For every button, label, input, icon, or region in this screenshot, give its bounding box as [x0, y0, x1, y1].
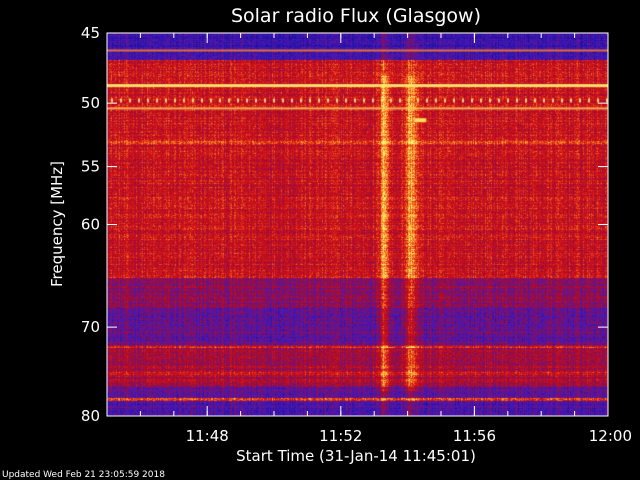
x-axis-label: Start Time (31-Jan-14 11:45:01)	[236, 447, 476, 465]
updated-timestamp: Updated Wed Feb 21 23:05:59 2018	[2, 470, 165, 480]
y-tick-label: 70	[81, 318, 100, 336]
y-tick-label: 60	[81, 216, 100, 234]
y-tick-label: 80	[81, 407, 100, 425]
spectrogram-raster	[107, 33, 608, 416]
x-tick-label: 11:48	[186, 427, 229, 445]
x-tick-label: 11:56	[453, 427, 496, 445]
spectrogram-chart: Solar radio Flux (Glasgow) 455055607080 …	[0, 0, 640, 480]
chart-title: Solar radio Flux (Glasgow)	[231, 5, 481, 27]
x-tick-label: 12:00	[589, 427, 632, 445]
y-tick-label: 50	[81, 94, 100, 112]
y-tick-label: 55	[81, 158, 100, 176]
spectrogram-image	[107, 33, 608, 416]
x-tick-label: 11:52	[319, 427, 362, 445]
y-axis-label: Frequency [MHz]	[48, 161, 66, 287]
y-tick-label: 45	[81, 24, 100, 42]
